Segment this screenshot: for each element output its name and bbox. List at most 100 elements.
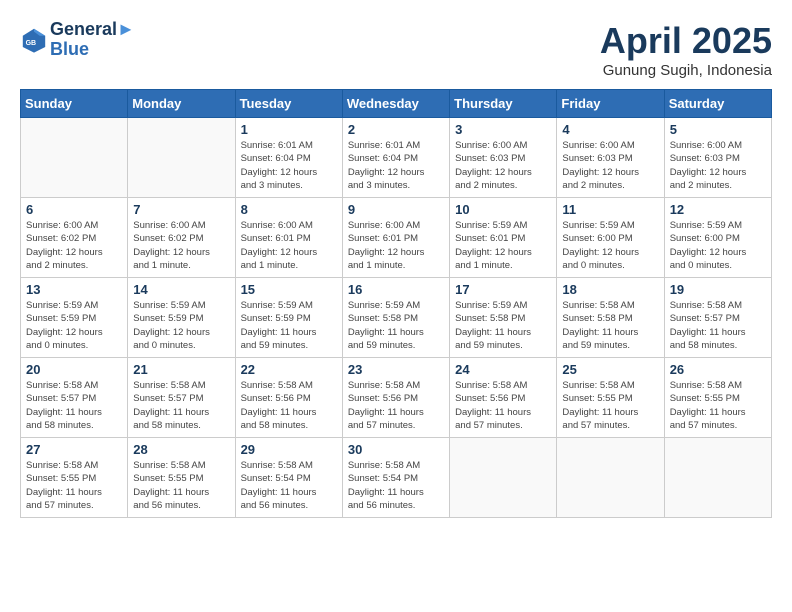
title-area: April 2025 Gunung Sugih, Indonesia — [600, 20, 772, 79]
day-number: 16 — [348, 282, 444, 297]
day-info: Sunrise: 6:01 AM Sunset: 6:04 PM Dayligh… — [348, 139, 444, 192]
weekday-header-tuesday: Tuesday — [235, 90, 342, 118]
calendar-cell: 3Sunrise: 6:00 AM Sunset: 6:03 PM Daylig… — [450, 118, 557, 198]
calendar-cell: 20 Sunrise: 5:58 AM Sunset: 5:57 PM Dayli… — [21, 358, 128, 438]
day-number: 20 — [26, 362, 122, 377]
calendar-cell — [664, 438, 771, 518]
day-number: 19 — [670, 282, 766, 297]
logo: GB General► Blue — [20, 20, 135, 60]
calendar-cell — [21, 118, 128, 198]
day-info: Sunrise: 5:58 AM Sunset: 5:56 PM Dayligh… — [241, 379, 337, 432]
day-number: 29 — [241, 442, 337, 457]
day-number: 2 — [348, 122, 444, 137]
calendar-cell: 19 Sunrise: 5:58 AM Sunset: 5:57 PM Dayli… — [664, 278, 771, 358]
day-info: Sunrise: 5:58 AM Sunset: 5:58 PM Dayligh… — [562, 299, 658, 352]
day-info: Sunrise: 5:59 AM Sunset: 6:00 PM Dayligh… — [562, 219, 658, 272]
week-row-2: 6 Sunrise: 6:00 AM Sunset: 6:02 PM Daylig… — [21, 198, 772, 278]
day-info: Sunrise: 5:59 AM Sunset: 6:00 PM Dayligh… — [670, 219, 766, 272]
day-number: 3 — [455, 122, 551, 137]
calendar-cell: 4 Sunrise: 6:00 AM Sunset: 6:03 PM Daylig… — [557, 118, 664, 198]
day-info: Sunrise: 5:58 AM Sunset: 5:55 PM Dayligh… — [26, 459, 122, 512]
calendar-cell: 26Sunrise: 5:58 AM Sunset: 5:55 PM Dayli… — [664, 358, 771, 438]
day-number: 23 — [348, 362, 444, 377]
day-number: 25 — [562, 362, 658, 377]
day-number: 4 — [562, 122, 658, 137]
subtitle: Gunung Sugih, Indonesia — [600, 62, 772, 79]
weekday-header-monday: Monday — [128, 90, 235, 118]
day-info: Sunrise: 6:00 AM Sunset: 6:02 PM Dayligh… — [133, 219, 229, 272]
day-number: 13 — [26, 282, 122, 297]
day-info: Sunrise: 5:59 AM Sunset: 5:58 PM Dayligh… — [348, 299, 444, 352]
calendar-cell: 14 Sunrise: 5:59 AM Sunset: 5:59 PM Dayli… — [128, 278, 235, 358]
day-info: Sunrise: 5:58 AM Sunset: 5:57 PM Dayligh… — [26, 379, 122, 432]
day-info: Sunrise: 6:00 AM Sunset: 6:03 PM Dayligh… — [562, 139, 658, 192]
day-info: Sunrise: 5:58 AM Sunset: 5:57 PM Dayligh… — [133, 379, 229, 432]
day-info: Sunrise: 5:58 AM Sunset: 5:56 PM Dayligh… — [455, 379, 551, 432]
calendar-cell — [450, 438, 557, 518]
week-row-1: 1 Sunrise: 6:01 AM Sunset: 6:04 PM Daylig… — [21, 118, 772, 198]
calendar-cell: 17 Sunrise: 5:59 AM Sunset: 5:58 PM Dayli… — [450, 278, 557, 358]
day-info: Sunrise: 5:59 AM Sunset: 5:59 PM Dayligh… — [26, 299, 122, 352]
day-info: Sunrise: 5:59 AM Sunset: 5:59 PM Dayligh… — [133, 299, 229, 352]
calendar: SundayMondayTuesdayWednesdayThursdayFrid… — [20, 89, 772, 518]
day-number: 28 — [133, 442, 229, 457]
calendar-cell: 5Sunrise: 6:00 AM Sunset: 6:03 PM Daylig… — [664, 118, 771, 198]
week-row-4: 20 Sunrise: 5:58 AM Sunset: 5:57 PM Dayli… — [21, 358, 772, 438]
calendar-cell: 30 Sunrise: 5:58 AM Sunset: 5:54 PM Dayli… — [342, 438, 449, 518]
day-info: Sunrise: 5:59 AM Sunset: 5:59 PM Dayligh… — [241, 299, 337, 352]
weekday-header-friday: Friday — [557, 90, 664, 118]
calendar-cell: 23 Sunrise: 5:58 AM Sunset: 5:56 PM Dayli… — [342, 358, 449, 438]
calendar-cell: 2 Sunrise: 6:01 AM Sunset: 6:04 PM Daylig… — [342, 118, 449, 198]
day-info: Sunrise: 5:59 AM Sunset: 6:01 PM Dayligh… — [455, 219, 551, 272]
calendar-cell: 24Sunrise: 5:58 AM Sunset: 5:56 PM Dayli… — [450, 358, 557, 438]
weekday-header-saturday: Saturday — [664, 90, 771, 118]
day-info: Sunrise: 5:58 AM Sunset: 5:57 PM Dayligh… — [670, 299, 766, 352]
calendar-cell: 25 Sunrise: 5:58 AM Sunset: 5:55 PM Dayli… — [557, 358, 664, 438]
day-number: 17 — [455, 282, 551, 297]
day-info: Sunrise: 5:59 AM Sunset: 5:58 PM Dayligh… — [455, 299, 551, 352]
calendar-cell: 10 Sunrise: 5:59 AM Sunset: 6:01 PM Dayli… — [450, 198, 557, 278]
day-number: 6 — [26, 202, 122, 217]
day-number: 8 — [241, 202, 337, 217]
calendar-cell: 16 Sunrise: 5:59 AM Sunset: 5:58 PM Dayli… — [342, 278, 449, 358]
weekday-header-sunday: Sunday — [21, 90, 128, 118]
calendar-cell: 29 Sunrise: 5:58 AM Sunset: 5:54 PM Dayli… — [235, 438, 342, 518]
day-info: Sunrise: 5:58 AM Sunset: 5:56 PM Dayligh… — [348, 379, 444, 432]
week-row-5: 27 Sunrise: 5:58 AM Sunset: 5:55 PM Dayli… — [21, 438, 772, 518]
day-number: 22 — [241, 362, 337, 377]
calendar-cell: 22 Sunrise: 5:58 AM Sunset: 5:56 PM Dayli… — [235, 358, 342, 438]
day-number: 18 — [562, 282, 658, 297]
calendar-cell: 11 Sunrise: 5:59 AM Sunset: 6:00 PM Dayli… — [557, 198, 664, 278]
day-info: Sunrise: 6:00 AM Sunset: 6:03 PM Dayligh… — [670, 139, 766, 192]
day-number: 21 — [133, 362, 229, 377]
calendar-cell: 1Sunrise: 6:01 AM Sunset: 6:04 PM Daylig… — [235, 118, 342, 198]
page-header: GB General► Blue April 2025 Gunung Sugih… — [20, 20, 772, 79]
calendar-cell: 7 Sunrise: 6:00 AM Sunset: 6:02 PM Daylig… — [128, 198, 235, 278]
day-number: 10 — [455, 202, 551, 217]
day-info: Sunrise: 6:00 AM Sunset: 6:02 PM Dayligh… — [26, 219, 122, 272]
day-info: Sunrise: 5:58 AM Sunset: 5:54 PM Dayligh… — [241, 459, 337, 512]
day-number: 14 — [133, 282, 229, 297]
calendar-cell — [557, 438, 664, 518]
day-number: 15 — [241, 282, 337, 297]
day-info: Sunrise: 5:58 AM Sunset: 5:54 PM Dayligh… — [348, 459, 444, 512]
day-info: Sunrise: 5:58 AM Sunset: 5:55 PM Dayligh… — [133, 459, 229, 512]
calendar-cell: 12Sunrise: 5:59 AM Sunset: 6:00 PM Dayli… — [664, 198, 771, 278]
day-number: 9 — [348, 202, 444, 217]
calendar-cell: 28 Sunrise: 5:58 AM Sunset: 5:55 PM Dayli… — [128, 438, 235, 518]
week-row-3: 13 Sunrise: 5:59 AM Sunset: 5:59 PM Dayli… — [21, 278, 772, 358]
day-number: 27 — [26, 442, 122, 457]
svg-text:GB: GB — [26, 40, 36, 47]
day-number: 26 — [670, 362, 766, 377]
weekday-header-wednesday: Wednesday — [342, 90, 449, 118]
day-number: 1 — [241, 122, 337, 137]
day-number: 7 — [133, 202, 229, 217]
calendar-cell: 21 Sunrise: 5:58 AM Sunset: 5:57 PM Dayli… — [128, 358, 235, 438]
day-info: Sunrise: 5:58 AM Sunset: 5:55 PM Dayligh… — [562, 379, 658, 432]
day-number: 30 — [348, 442, 444, 457]
calendar-cell: 13 Sunrise: 5:59 AM Sunset: 5:59 PM Dayli… — [21, 278, 128, 358]
weekday-header-thursday: Thursday — [450, 90, 557, 118]
calendar-cell: 27 Sunrise: 5:58 AM Sunset: 5:55 PM Dayli… — [21, 438, 128, 518]
logo-icon: GB — [20, 26, 48, 54]
day-number: 11 — [562, 202, 658, 217]
